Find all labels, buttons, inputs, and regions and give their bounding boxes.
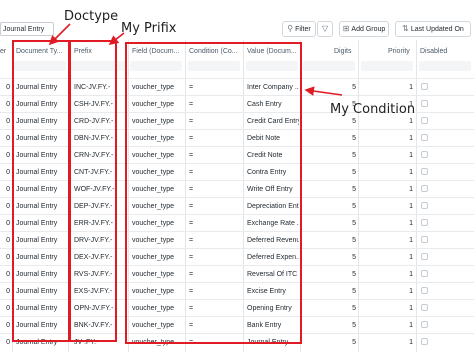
doctype-arrow bbox=[48, 23, 71, 46]
annotation-arrows bbox=[48, 23, 343, 96]
prefix-arrow bbox=[108, 32, 125, 45]
condition-arrow bbox=[304, 86, 343, 96]
